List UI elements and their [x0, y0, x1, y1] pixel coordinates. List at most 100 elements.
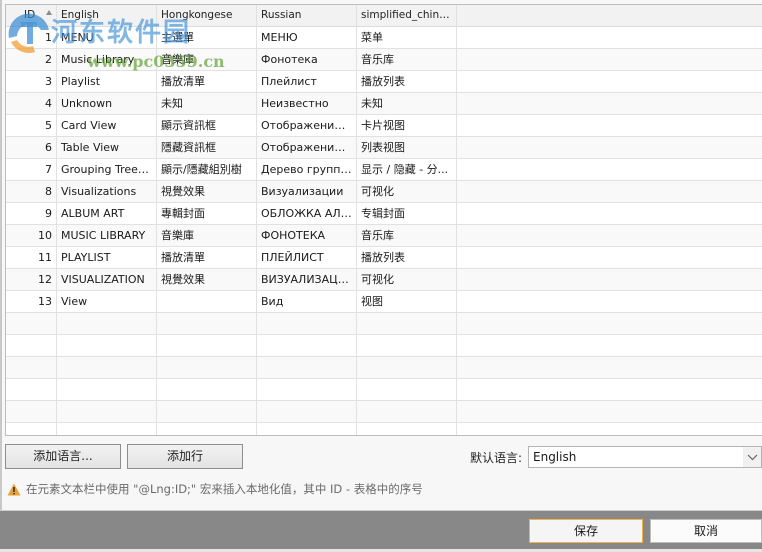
cell-id[interactable]: 6 [6, 137, 57, 158]
cell-id[interactable]: 5 [6, 115, 57, 136]
add-row-button[interactable]: 添加行 [127, 444, 243, 469]
cell-russian[interactable]: Визуализации [257, 181, 357, 202]
table-row[interactable]: 2 Music Library 音樂庫 Фонотека 音乐库 [6, 49, 762, 71]
cell-english[interactable] [57, 313, 157, 334]
cell-russian[interactable]: ПЛЕЙЛИСТ [257, 247, 357, 268]
chevron-down-icon[interactable] [743, 447, 761, 467]
empty-table-row[interactable] [6, 335, 762, 357]
cell-english[interactable] [57, 357, 157, 378]
table-row[interactable]: 12 VISUALIZATION 視覺效果 ВИЗУАЛИЗАЦИЯ 可视化 [6, 269, 762, 291]
cell-simplified-chinese[interactable] [357, 357, 457, 378]
cell-english[interactable] [57, 335, 157, 356]
cell-russian[interactable]: Неизвестно [257, 93, 357, 114]
cell-simplified-chinese[interactable]: 可视化 [357, 269, 457, 290]
cell-id[interactable]: 9 [6, 203, 57, 224]
cell-simplified-chinese[interactable]: 可视化 [357, 181, 457, 202]
cell-english[interactable]: Playlist [57, 71, 157, 92]
cell-english[interactable]: PLAYLIST [57, 247, 157, 268]
cell-english[interactable] [57, 379, 157, 400]
cell-hongkongese[interactable]: 音樂庫 [157, 49, 257, 70]
cell-hongkongese[interactable] [157, 401, 257, 422]
cell-id[interactable]: 1 [6, 27, 57, 48]
cell-id[interactable]: 12 [6, 269, 57, 290]
cell-id[interactable] [6, 357, 57, 378]
cell-id[interactable] [6, 401, 57, 422]
cell-hongkongese[interactable]: 顯示資訊框 [157, 115, 257, 136]
table-row[interactable]: 10 MUSIC LIBRARY 音樂庫 ФОНОТЕКА 音乐库 [6, 225, 762, 247]
cell-simplified-chinese[interactable]: 菜单 [357, 27, 457, 48]
default-language-select[interactable]: English [528, 446, 762, 468]
cell-id[interactable]: 10 [6, 225, 57, 246]
cell-hongkongese[interactable] [157, 291, 257, 312]
header-hongkongese[interactable]: Hongkongese [157, 5, 257, 26]
cell-id[interactable] [6, 423, 57, 435]
cell-russian[interactable]: МЕНЮ [257, 27, 357, 48]
cell-english[interactable]: VISUALIZATION [57, 269, 157, 290]
table-row[interactable]: 8 Visualizations 視覺效果 Визуализации 可视化 [6, 181, 762, 203]
cell-hongkongese[interactable]: 隱藏資訊框 [157, 137, 257, 158]
cell-simplified-chinese[interactable]: 音乐库 [357, 225, 457, 246]
table-row[interactable]: 5 Card View 顯示資訊框 Отображение ... 卡片视图 [6, 115, 762, 137]
cell-english[interactable] [57, 401, 157, 422]
cell-russian[interactable]: Отображение ... [257, 137, 357, 158]
cell-simplified-chinese[interactable]: 显示 / 隐藏 - 分... [357, 159, 457, 180]
cell-russian[interactable]: Плейлист [257, 71, 357, 92]
cell-simplified-chinese[interactable]: 列表视图 [357, 137, 457, 158]
cell-russian[interactable] [257, 423, 357, 435]
cell-simplified-chinese[interactable]: 音乐库 [357, 49, 457, 70]
cell-simplified-chinese[interactable]: 视图 [357, 291, 457, 312]
cell-russian[interactable]: ВИЗУАЛИЗАЦИЯ [257, 269, 357, 290]
cell-id[interactable] [6, 313, 57, 334]
empty-table-row[interactable] [6, 357, 762, 379]
localization-grid[interactable]: ID English Hongkongese Russian simplifie… [5, 4, 762, 436]
cell-russian[interactable]: Дерево группи... [257, 159, 357, 180]
cell-hongkongese[interactable]: 播放清單 [157, 71, 257, 92]
cell-id[interactable] [6, 379, 57, 400]
cell-id[interactable]: 3 [6, 71, 57, 92]
cell-simplified-chinese[interactable] [357, 313, 457, 334]
cell-simplified-chinese[interactable] [357, 335, 457, 356]
cell-english[interactable] [57, 423, 157, 435]
empty-table-row[interactable] [6, 423, 762, 435]
header-english[interactable]: English [57, 5, 157, 26]
cell-id[interactable]: 2 [6, 49, 57, 70]
table-row[interactable]: 6 Table View 隱藏資訊框 Отображение ... 列表视图 [6, 137, 762, 159]
cell-id[interactable]: 4 [6, 93, 57, 114]
cell-russian[interactable]: Фонотека [257, 49, 357, 70]
cell-id[interactable] [6, 335, 57, 356]
table-row[interactable]: 11 PLAYLIST 播放清單 ПЛЕЙЛИСТ 播放列表 [6, 247, 762, 269]
cell-simplified-chinese[interactable] [357, 401, 457, 422]
cell-id[interactable]: 11 [6, 247, 57, 268]
table-row[interactable]: 13 View Вид 视图 [6, 291, 762, 313]
cell-russian[interactable] [257, 313, 357, 334]
cell-hongkongese[interactable] [157, 313, 257, 334]
cell-hongkongese[interactable] [157, 379, 257, 400]
save-button[interactable]: 保存 [529, 519, 643, 543]
cell-hongkongese[interactable]: 音樂庫 [157, 225, 257, 246]
cell-simplified-chinese[interactable]: 播放列表 [357, 247, 457, 268]
cell-russian[interactable] [257, 357, 357, 378]
table-row[interactable]: 4 Unknown 未知 Неизвестно 未知 [6, 93, 762, 115]
cell-id[interactable]: 8 [6, 181, 57, 202]
cell-simplified-chinese[interactable]: 卡片视图 [357, 115, 457, 136]
table-row[interactable]: 1 MENU 主選單 МЕНЮ 菜单 [6, 27, 762, 49]
cell-english[interactable]: Grouping Tree - ... [57, 159, 157, 180]
cell-hongkongese[interactable]: 播放清單 [157, 247, 257, 268]
cell-english[interactable]: MUSIC LIBRARY [57, 225, 157, 246]
cell-english[interactable]: Visualizations [57, 181, 157, 202]
cell-simplified-chinese[interactable]: 播放列表 [357, 71, 457, 92]
cell-simplified-chinese[interactable]: 未知 [357, 93, 457, 114]
cell-english[interactable]: MENU [57, 27, 157, 48]
cancel-button[interactable]: 取消 [650, 519, 762, 543]
table-row[interactable]: 7 Grouping Tree - ... 顯示/隱藏組別樹 Дерево групп… [6, 159, 762, 181]
cell-hongkongese[interactable] [157, 357, 257, 378]
cell-id[interactable]: 7 [6, 159, 57, 180]
cell-english[interactable]: Card View [57, 115, 157, 136]
cell-hongkongese[interactable] [157, 335, 257, 356]
table-row[interactable]: 9 ALBUM ART 專輯封面 ОБЛОЖКА АЛЬБ... 专辑封面 [6, 203, 762, 225]
cell-hongkongese[interactable]: 專輯封面 [157, 203, 257, 224]
cell-id[interactable]: 13 [6, 291, 57, 312]
empty-table-row[interactable] [6, 313, 762, 335]
cell-hongkongese[interactable]: 主選單 [157, 27, 257, 48]
cell-russian[interactable]: ФОНОТЕКА [257, 225, 357, 246]
